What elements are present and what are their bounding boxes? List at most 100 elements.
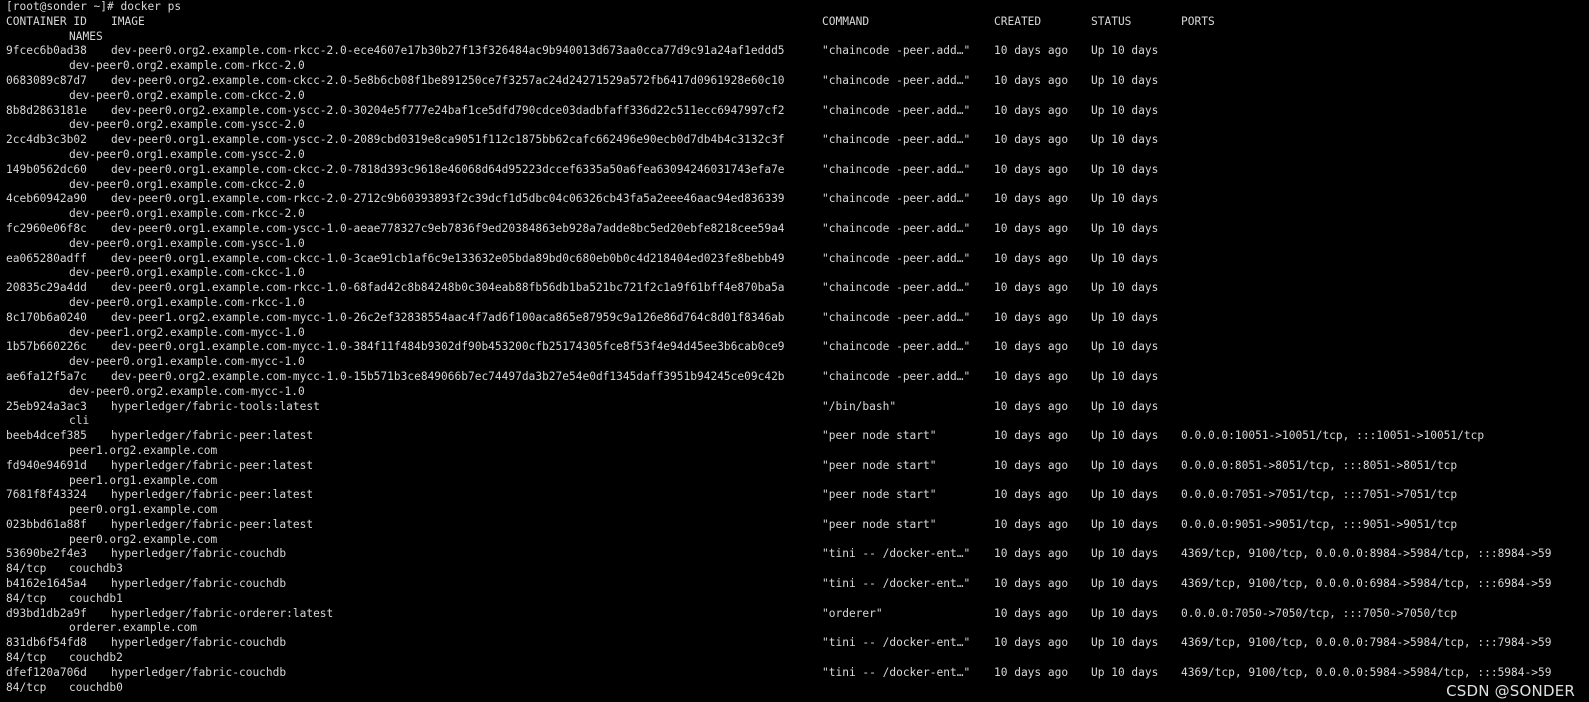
container-id-cell: 149b0562dc60	[6, 162, 87, 176]
container-name-cell: orderer.example.com	[69, 621, 197, 635]
header-ports: PORTS	[1181, 14, 1215, 28]
container-id-cell: 023bbd61a88f	[6, 517, 87, 531]
container-name-cell: dev-peer0.org1.example.com-ckcc-1.0	[69, 266, 305, 280]
container-id-cell: 2cc4db3c3b02	[6, 133, 87, 147]
header-command: COMMAND	[822, 14, 870, 28]
container-id-cell: 8c170b6a0240	[6, 310, 87, 324]
table-row-names-line: 84/tcp couchdb2	[0, 651, 1589, 666]
table-row: beeb4dcef385 hyperledger/fabric-peer:late…	[0, 429, 1589, 444]
table-row-names-line: dev-peer0.org2.example.com-yscc-2.0	[0, 118, 1589, 133]
ports-wrap-cell: 84/tcp	[6, 651, 47, 665]
ports-cell: 0.0.0.0:10051->10051/tcp, :::10051->1005…	[1181, 429, 1485, 443]
container-id-cell: 53690be2f4e3	[6, 547, 87, 561]
created-cell: 10 days ago	[994, 251, 1069, 265]
container-name-cell: peer1.org1.example.com	[69, 473, 218, 487]
header-status: STATUS	[1091, 14, 1132, 28]
container-name-cell: dev-peer0.org2.example.com-yscc-2.0	[69, 118, 305, 132]
image-cell: dev-peer0.org1.example.com-yscc-2.0-2089…	[111, 133, 785, 147]
table-row: fd940e94691d hyperledger/fabric-peer:late…	[0, 459, 1589, 474]
ports-wrap-cell: 84/tcp	[6, 591, 47, 605]
container-name-cell: peer0.org1.example.com	[69, 503, 218, 517]
created-cell: 10 days ago	[994, 340, 1069, 354]
terminal-window[interactable]: [root@sonder ~]# docker ps CONTAINER ID …	[0, 0, 1589, 702]
ports-cell: 0.0.0.0:8051->8051/tcp, :::8051->8051/tc…	[1181, 458, 1458, 472]
container-id-cell: 20835c29a4dd	[6, 281, 87, 295]
status-cell: Up 10 days	[1091, 665, 1159, 679]
status-cell: Up 10 days	[1091, 340, 1159, 354]
image-cell: dev-peer0.org2.example.com-yscc-2.0-3020…	[111, 103, 785, 117]
table-row: d93bd1db2a9f hyperledger/fabric-orderer:l…	[0, 607, 1589, 622]
container-name-cell: couchdb1	[69, 591, 123, 605]
container-id-cell: b4162e1645a4	[6, 577, 87, 591]
container-id-cell: d93bd1db2a9f	[6, 606, 87, 620]
created-cell: 10 days ago	[994, 281, 1069, 295]
container-name-cell: dev-peer0.org1.example.com-mycc-1.0	[69, 355, 305, 369]
command-cell: "chaincode -peer.add…"	[822, 221, 971, 235]
command-cell: "peer node start"	[822, 517, 937, 531]
status-cell: Up 10 days	[1091, 636, 1159, 650]
command-cell: "chaincode -peer.add…"	[822, 103, 971, 117]
table-row: 8b8d2863181e dev-peer0.org2.example.com-y…	[0, 104, 1589, 119]
container-id-cell: fc2960e06f8c	[6, 221, 87, 235]
command-cell: "chaincode -peer.add…"	[822, 162, 971, 176]
table-row: 0683089c87d7 dev-peer0.org2.example.com-c…	[0, 74, 1589, 89]
status-cell: Up 10 days	[1091, 103, 1159, 117]
table-row-names-line: peer1.org1.example.com	[0, 474, 1589, 489]
table-row-names-line: peer1.org2.example.com	[0, 444, 1589, 459]
container-id-cell: beeb4dcef385	[6, 429, 87, 443]
created-cell: 10 days ago	[994, 369, 1069, 383]
container-name-cell: dev-peer1.org2.example.com-mycc-1.0	[69, 325, 305, 339]
container-name-cell: dev-peer0.org1.example.com-yscc-1.0	[69, 236, 305, 250]
container-name-cell: peer0.org2.example.com	[69, 532, 218, 546]
container-name-cell: dev-peer0.org1.example.com-rkcc-2.0	[69, 207, 305, 221]
image-cell: hyperledger/fabric-peer:latest	[111, 458, 314, 472]
ports-cell: 0.0.0.0:7050->7050/tcp, :::7050->7050/tc…	[1181, 606, 1458, 620]
image-cell: hyperledger/fabric-peer:latest	[111, 488, 314, 502]
created-cell: 10 days ago	[994, 429, 1069, 443]
created-cell: 10 days ago	[994, 162, 1069, 176]
header-container-id: CONTAINER ID	[6, 14, 87, 28]
created-cell: 10 days ago	[994, 133, 1069, 147]
status-cell: Up 10 days	[1091, 221, 1159, 235]
container-name-cell: dev-peer0.org2.example.com-ckcc-2.0	[69, 88, 305, 102]
container-name-cell: dev-peer0.org1.example.com-yscc-2.0	[69, 147, 305, 161]
container-name-cell: dev-peer0.org2.example.com-mycc-1.0	[69, 384, 305, 398]
command-cell: "chaincode -peer.add…"	[822, 281, 971, 295]
command-cell: "chaincode -peer.add…"	[822, 340, 971, 354]
created-cell: 10 days ago	[994, 458, 1069, 472]
image-cell: hyperledger/fabric-couchdb	[111, 547, 287, 561]
table-row-names-line: peer0.org1.example.com	[0, 503, 1589, 518]
image-cell: dev-peer0.org1.example.com-ckcc-1.0-3cae…	[111, 251, 785, 265]
status-cell: Up 10 days	[1091, 577, 1159, 591]
container-id-cell: ae6fa12f5a7c	[6, 369, 87, 383]
table-row-names-line: 84/tcp couchdb3	[0, 562, 1589, 577]
created-cell: 10 days ago	[994, 665, 1069, 679]
container-id-cell: 8b8d2863181e	[6, 103, 87, 117]
container-name-cell: cli	[69, 414, 90, 428]
command-cell: "chaincode -peer.add…"	[822, 73, 971, 87]
status-cell: Up 10 days	[1091, 458, 1159, 472]
table-row-names-line: dev-peer0.org2.example.com-rkcc-2.0	[0, 59, 1589, 74]
container-id-cell: ea065280adff	[6, 251, 87, 265]
table-row-names-line: cli	[0, 414, 1589, 429]
status-cell: Up 10 days	[1091, 517, 1159, 531]
container-name-cell: dev-peer0.org2.example.com-rkcc-2.0	[69, 59, 305, 73]
status-cell: Up 10 days	[1091, 488, 1159, 502]
command-cell: "tini -- /docker-ent…"	[822, 665, 971, 679]
status-cell: Up 10 days	[1091, 547, 1159, 561]
image-cell: dev-peer0.org1.example.com-rkcc-1.0-68fa…	[111, 281, 785, 295]
container-name-cell: dev-peer0.org1.example.com-ckcc-2.0	[69, 177, 305, 191]
created-cell: 10 days ago	[994, 399, 1069, 413]
table-row-names-line: dev-peer0.org1.example.com-yscc-1.0	[0, 237, 1589, 252]
ports-cell: 4369/tcp, 9100/tcp, 0.0.0.0:7984->5984/t…	[1181, 636, 1552, 650]
command-cell: "peer node start"	[822, 458, 937, 472]
image-cell: dev-peer0.org1.example.com-ckcc-2.0-7818…	[111, 162, 785, 176]
ports-cell: 0.0.0.0:9051->9051/tcp, :::9051->9051/tc…	[1181, 517, 1458, 531]
container-name-cell: couchdb2	[69, 651, 123, 665]
table-row: 8c170b6a0240 dev-peer1.org2.example.com-m…	[0, 311, 1589, 326]
image-cell: hyperledger/fabric-peer:latest	[111, 517, 314, 531]
command-cell: "tini -- /docker-ent…"	[822, 636, 971, 650]
table-row: dfef120a706d hyperledger/fabric-couchdb "t…	[0, 666, 1589, 681]
table-row-names-line: dev-peer0.org2.example.com-ckcc-2.0	[0, 89, 1589, 104]
command-cell: "chaincode -peer.add…"	[822, 192, 971, 206]
